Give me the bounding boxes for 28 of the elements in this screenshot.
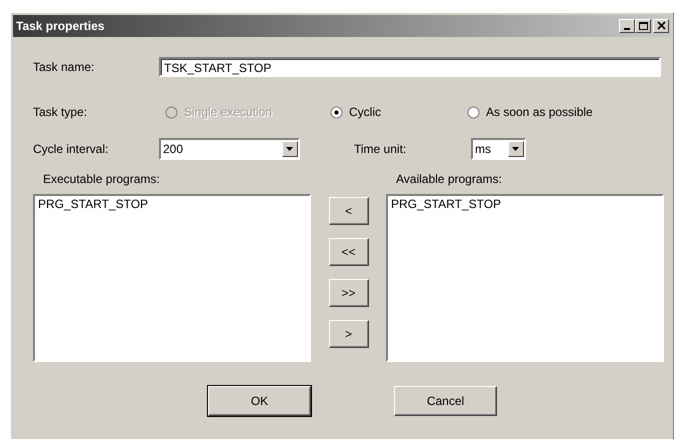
field-label: Task type:: [32, 105, 88, 119]
move-button[interactable]: <<: [328, 238, 368, 266]
dialog-button[interactable]: OK: [208, 386, 311, 416]
move-button[interactable]: >: [328, 320, 368, 348]
task-name-field[interactable]: TSK_START_STOP: [159, 57, 661, 77]
list-label: Executable programs:: [42, 172, 161, 188]
field-label: Time unit:: [354, 142, 408, 156]
window-title: Task properties: [15, 19, 104, 33]
list-item[interactable]: PRG_START_STOP: [38, 197, 306, 211]
dialog-button[interactable]: Cancel: [394, 386, 497, 416]
radio-option[interactable]: As soon as possible: [467, 105, 593, 119]
minimize-button[interactable]: [619, 19, 635, 33]
field-label: Cycle interval:: [32, 142, 110, 156]
field-label: Task name:: [32, 60, 96, 74]
radio-option[interactable]: Cyclic: [330, 105, 467, 119]
dropdown-arrow-icon: [512, 146, 520, 152]
time-unit-dropdown[interactable]: ms: [471, 138, 526, 160]
minimize-icon: [624, 28, 630, 30]
move-button[interactable]: >>: [328, 279, 368, 307]
close-button[interactable]: [653, 19, 669, 33]
dropdown-arrow-icon: [286, 146, 294, 152]
list-label: Available programs:: [395, 172, 503, 188]
maximize-icon: [638, 21, 648, 31]
maximize-button[interactable]: [635, 19, 651, 33]
move-button[interactable]: <: [328, 197, 368, 225]
list-item[interactable]: PRG_START_STOP: [391, 197, 659, 211]
cycle-interval-dropdown[interactable]: 200: [159, 138, 300, 160]
close-icon: [656, 21, 666, 31]
